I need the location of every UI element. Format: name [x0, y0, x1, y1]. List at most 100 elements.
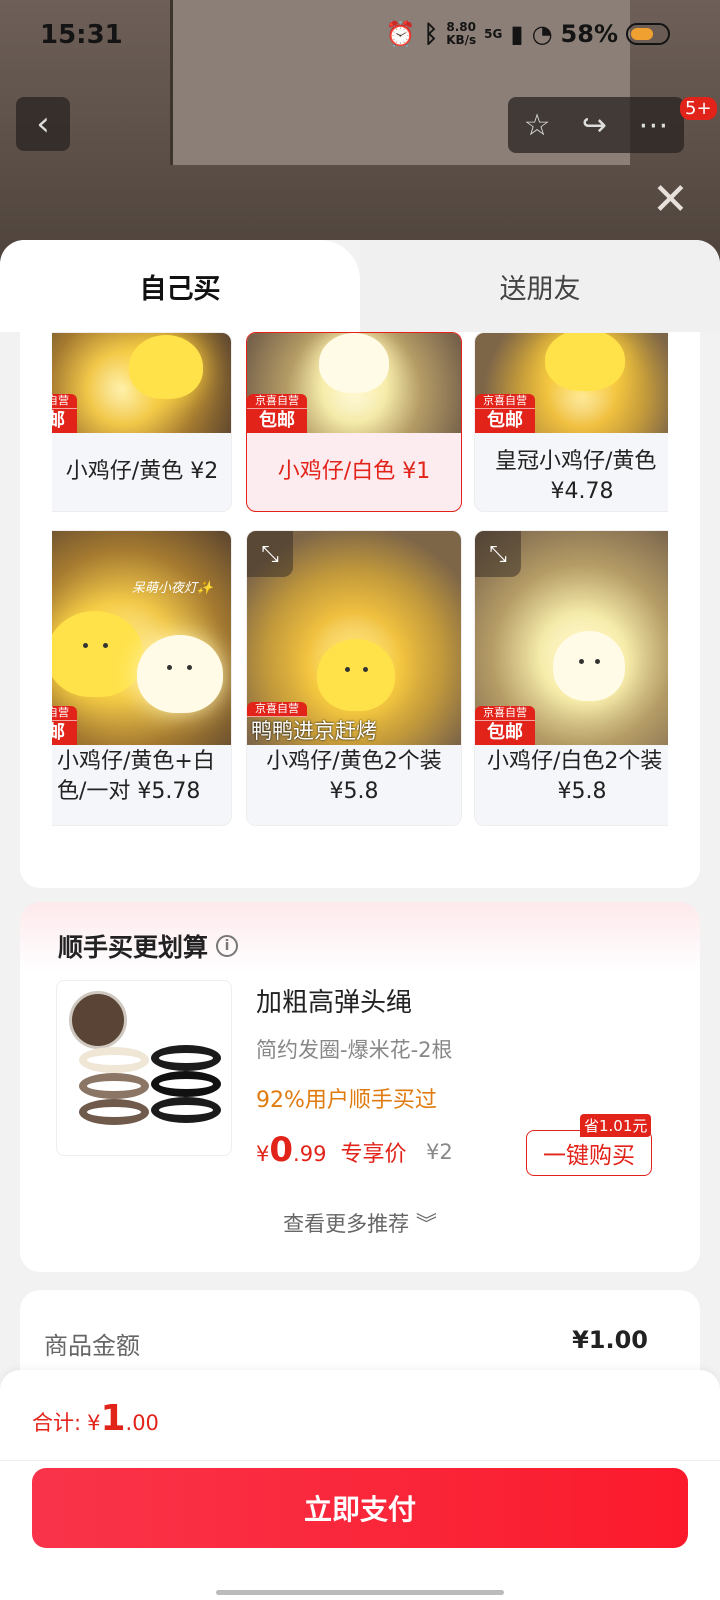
back-button[interactable]: ‹ — [16, 97, 70, 151]
price-decimal: .99 — [293, 1142, 327, 1166]
status-time: 15:31 — [40, 20, 123, 50]
jx-tag: 京喜自营包邮 — [52, 394, 77, 433]
variant-image: ⤡ 京喜自营 鸭鸭进京赶烤 — [247, 531, 461, 745]
status-icons: ⏰ ᛒ 8.80 KB/s 5G ▮ ◔ 58% — [386, 20, 670, 48]
chick-lamp — [553, 631, 625, 701]
variant-image: 呆萌小夜灯✨ 京喜自营包邮 — [52, 531, 231, 745]
total-decimal: .00 — [125, 1411, 159, 1435]
bundle-product-name[interactable]: 加粗高弹头绳 — [256, 982, 412, 1019]
bundle-original-price: ¥2 — [426, 1140, 453, 1164]
variant-image: 京喜自营包邮 — [247, 333, 461, 433]
chick-lamp — [317, 639, 395, 711]
bundle-price: ¥ 0 .99 专享价 — [256, 1130, 406, 1170]
divider — [0, 1460, 720, 1461]
close-icon[interactable]: ✕ — [652, 178, 689, 222]
expand-icon[interactable]: ⤡ — [247, 531, 293, 577]
see-more-recommendations[interactable]: 查看更多推荐 ︾ — [20, 1208, 700, 1238]
battery-icon — [626, 23, 670, 45]
variant-card[interactable]: ⤡ 京喜自营 鸭鸭进京赶烤 小鸡仔/黄色2个装 ¥5.8 — [246, 530, 462, 826]
chick-lamp — [129, 335, 203, 399]
chick-eye — [595, 659, 600, 664]
variant-label: 小鸡仔/黄色 ¥2 — [65, 459, 219, 484]
expand-icon[interactable]: ⤡ — [475, 531, 521, 577]
tag-line1: 京喜自营 — [52, 706, 77, 721]
variant-card-selected[interactable]: 京喜自营 包邮 小鸡仔/白色 ¥1 — [246, 332, 462, 512]
total-price: 合计: ¥ 1 .00 — [32, 1398, 159, 1439]
message-badge: 5+ — [680, 97, 717, 120]
bundle-title-text: 顺手买更划算 — [58, 933, 209, 962]
price-label: 专享价 — [340, 1142, 407, 1167]
tag-line2: 包邮 — [52, 409, 77, 433]
hair-tie-ring — [151, 1071, 221, 1097]
star-icon[interactable]: ☆ — [524, 108, 551, 143]
hair-tie-ring — [79, 1047, 149, 1073]
bundle-recommendation: 顺手买更划算 i 加粗高弹头绳 简约发圈-爆米花-2根 92%用户顺手买过 ¥ … — [20, 902, 700, 1272]
tab-buy-self[interactable]: 自己买 — [0, 240, 360, 332]
variant-price: ¥5.8 — [329, 779, 379, 804]
chick-lamp — [137, 635, 223, 713]
tag-line1: 京喜自营 — [475, 706, 535, 721]
tag-line2: 包邮 — [52, 721, 77, 745]
tag-line2: 包邮 — [259, 410, 295, 431]
bundle-product-image[interactable] — [56, 980, 232, 1156]
variant-label: 小鸡仔/白色2个装 — [487, 749, 663, 774]
hair-tie-ring — [151, 1097, 221, 1123]
total-label: 合计: — [32, 1411, 82, 1435]
purchase-tabs: 送朋友 自己买 — [0, 240, 720, 332]
alarm-icon: ⏰ — [385, 20, 416, 48]
variant-image: ⤡ 京喜自营 包邮 — [475, 531, 668, 745]
goods-amount-value: ¥1.00 — [572, 1326, 648, 1354]
info-icon[interactable]: i — [216, 935, 239, 957]
variant-image: 京喜自营包邮 — [475, 333, 668, 433]
price-integer: 0 — [269, 1130, 294, 1170]
jx-tag: 京喜自营包邮 — [52, 706, 77, 745]
jx-tag: 京喜自营包邮 — [247, 394, 307, 433]
tag-line1: 京喜自营 — [475, 394, 535, 409]
signal-icon: ▮ — [510, 20, 524, 48]
tag-line1: 京喜自营 — [247, 394, 307, 409]
status-bar: 15:31 ⏰ ᛒ 8.80 KB/s 5G ▮ ◔ 58% — [0, 0, 720, 76]
chick-eye — [83, 643, 88, 648]
variant-price: ¥4.78 — [550, 479, 614, 504]
home-indicator[interactable] — [216, 1590, 504, 1595]
top-action-pill: ☆ ↪ ⋯ — [508, 97, 684, 153]
tab-send-friend[interactable]: 送朋友 — [360, 240, 720, 332]
checkout-footer: 合计: ¥ 1 .00 立即支付 — [0, 1370, 720, 1600]
variant-card[interactable]: 京喜自营包邮 小鸡仔/黄色 ¥2 — [52, 332, 232, 512]
tag-line2: 包邮 — [487, 410, 523, 431]
variant-card[interactable]: ⤡ 京喜自营 包邮 小鸡仔/白色2个装 ¥5.8 — [474, 530, 668, 826]
chick-lamp — [319, 333, 389, 393]
variant-label: 小鸡仔/白色 ¥1 — [277, 459, 431, 484]
chick-eye — [345, 667, 350, 672]
hair-tie-thumb — [69, 991, 127, 1049]
jx-tag: 京喜自营包邮 — [475, 706, 535, 745]
price-currency: ¥ — [256, 1142, 270, 1166]
more-icon[interactable]: ⋯ — [638, 108, 668, 143]
chick-eye — [103, 643, 108, 648]
chick-lamp — [52, 611, 143, 697]
chick-eye — [579, 659, 584, 664]
goods-amount-label: 商品金额 — [44, 1332, 140, 1360]
pay-now-button[interactable]: 立即支付 — [32, 1468, 688, 1548]
chick-eye — [187, 665, 192, 670]
variant-image: 京喜自营包邮 — [52, 333, 231, 433]
total-currency: ¥ — [87, 1411, 101, 1435]
share-icon[interactable]: ↪ — [582, 108, 607, 143]
image-caption: 鸭鸭进京赶烤 — [251, 719, 377, 743]
image-caption: 呆萌小夜灯✨ — [131, 581, 213, 596]
tag-line1: 京喜自营 — [52, 394, 77, 409]
speed-unit: KB/s — [446, 33, 477, 47]
variant-price: ¥5.8 — [557, 779, 607, 804]
chick-eye — [363, 667, 368, 672]
savings-badge: 省1.01元 — [580, 1114, 652, 1137]
battery-percent: 58% — [560, 20, 618, 48]
variant-price: 色/一对 ¥5.78 — [57, 779, 201, 804]
hair-tie-ring — [79, 1073, 149, 1099]
jx-tag: 京喜自营包邮 — [475, 394, 535, 433]
bundle-title: 顺手买更划算 i — [58, 928, 239, 964]
bluetooth-icon: ᛒ — [423, 20, 439, 48]
variant-grid-card: 京喜自营包邮 小鸡仔/黄色 ¥2 京喜自营包邮 小鸡仔/白色 ¥1 京喜自营包邮… — [20, 332, 700, 888]
variant-card[interactable]: 京喜自营 包邮 皇冠小鸡仔/黄色 ¥4.78 — [474, 332, 668, 512]
variant-grid: 京喜自营包邮 小鸡仔/黄色 ¥2 京喜自营包邮 小鸡仔/白色 ¥1 京喜自营包邮… — [52, 332, 668, 852]
variant-card[interactable]: 呆萌小夜灯✨ 京喜自营包邮 小鸡仔/黄色+白 色/一对 ¥5.78 — [52, 530, 232, 826]
